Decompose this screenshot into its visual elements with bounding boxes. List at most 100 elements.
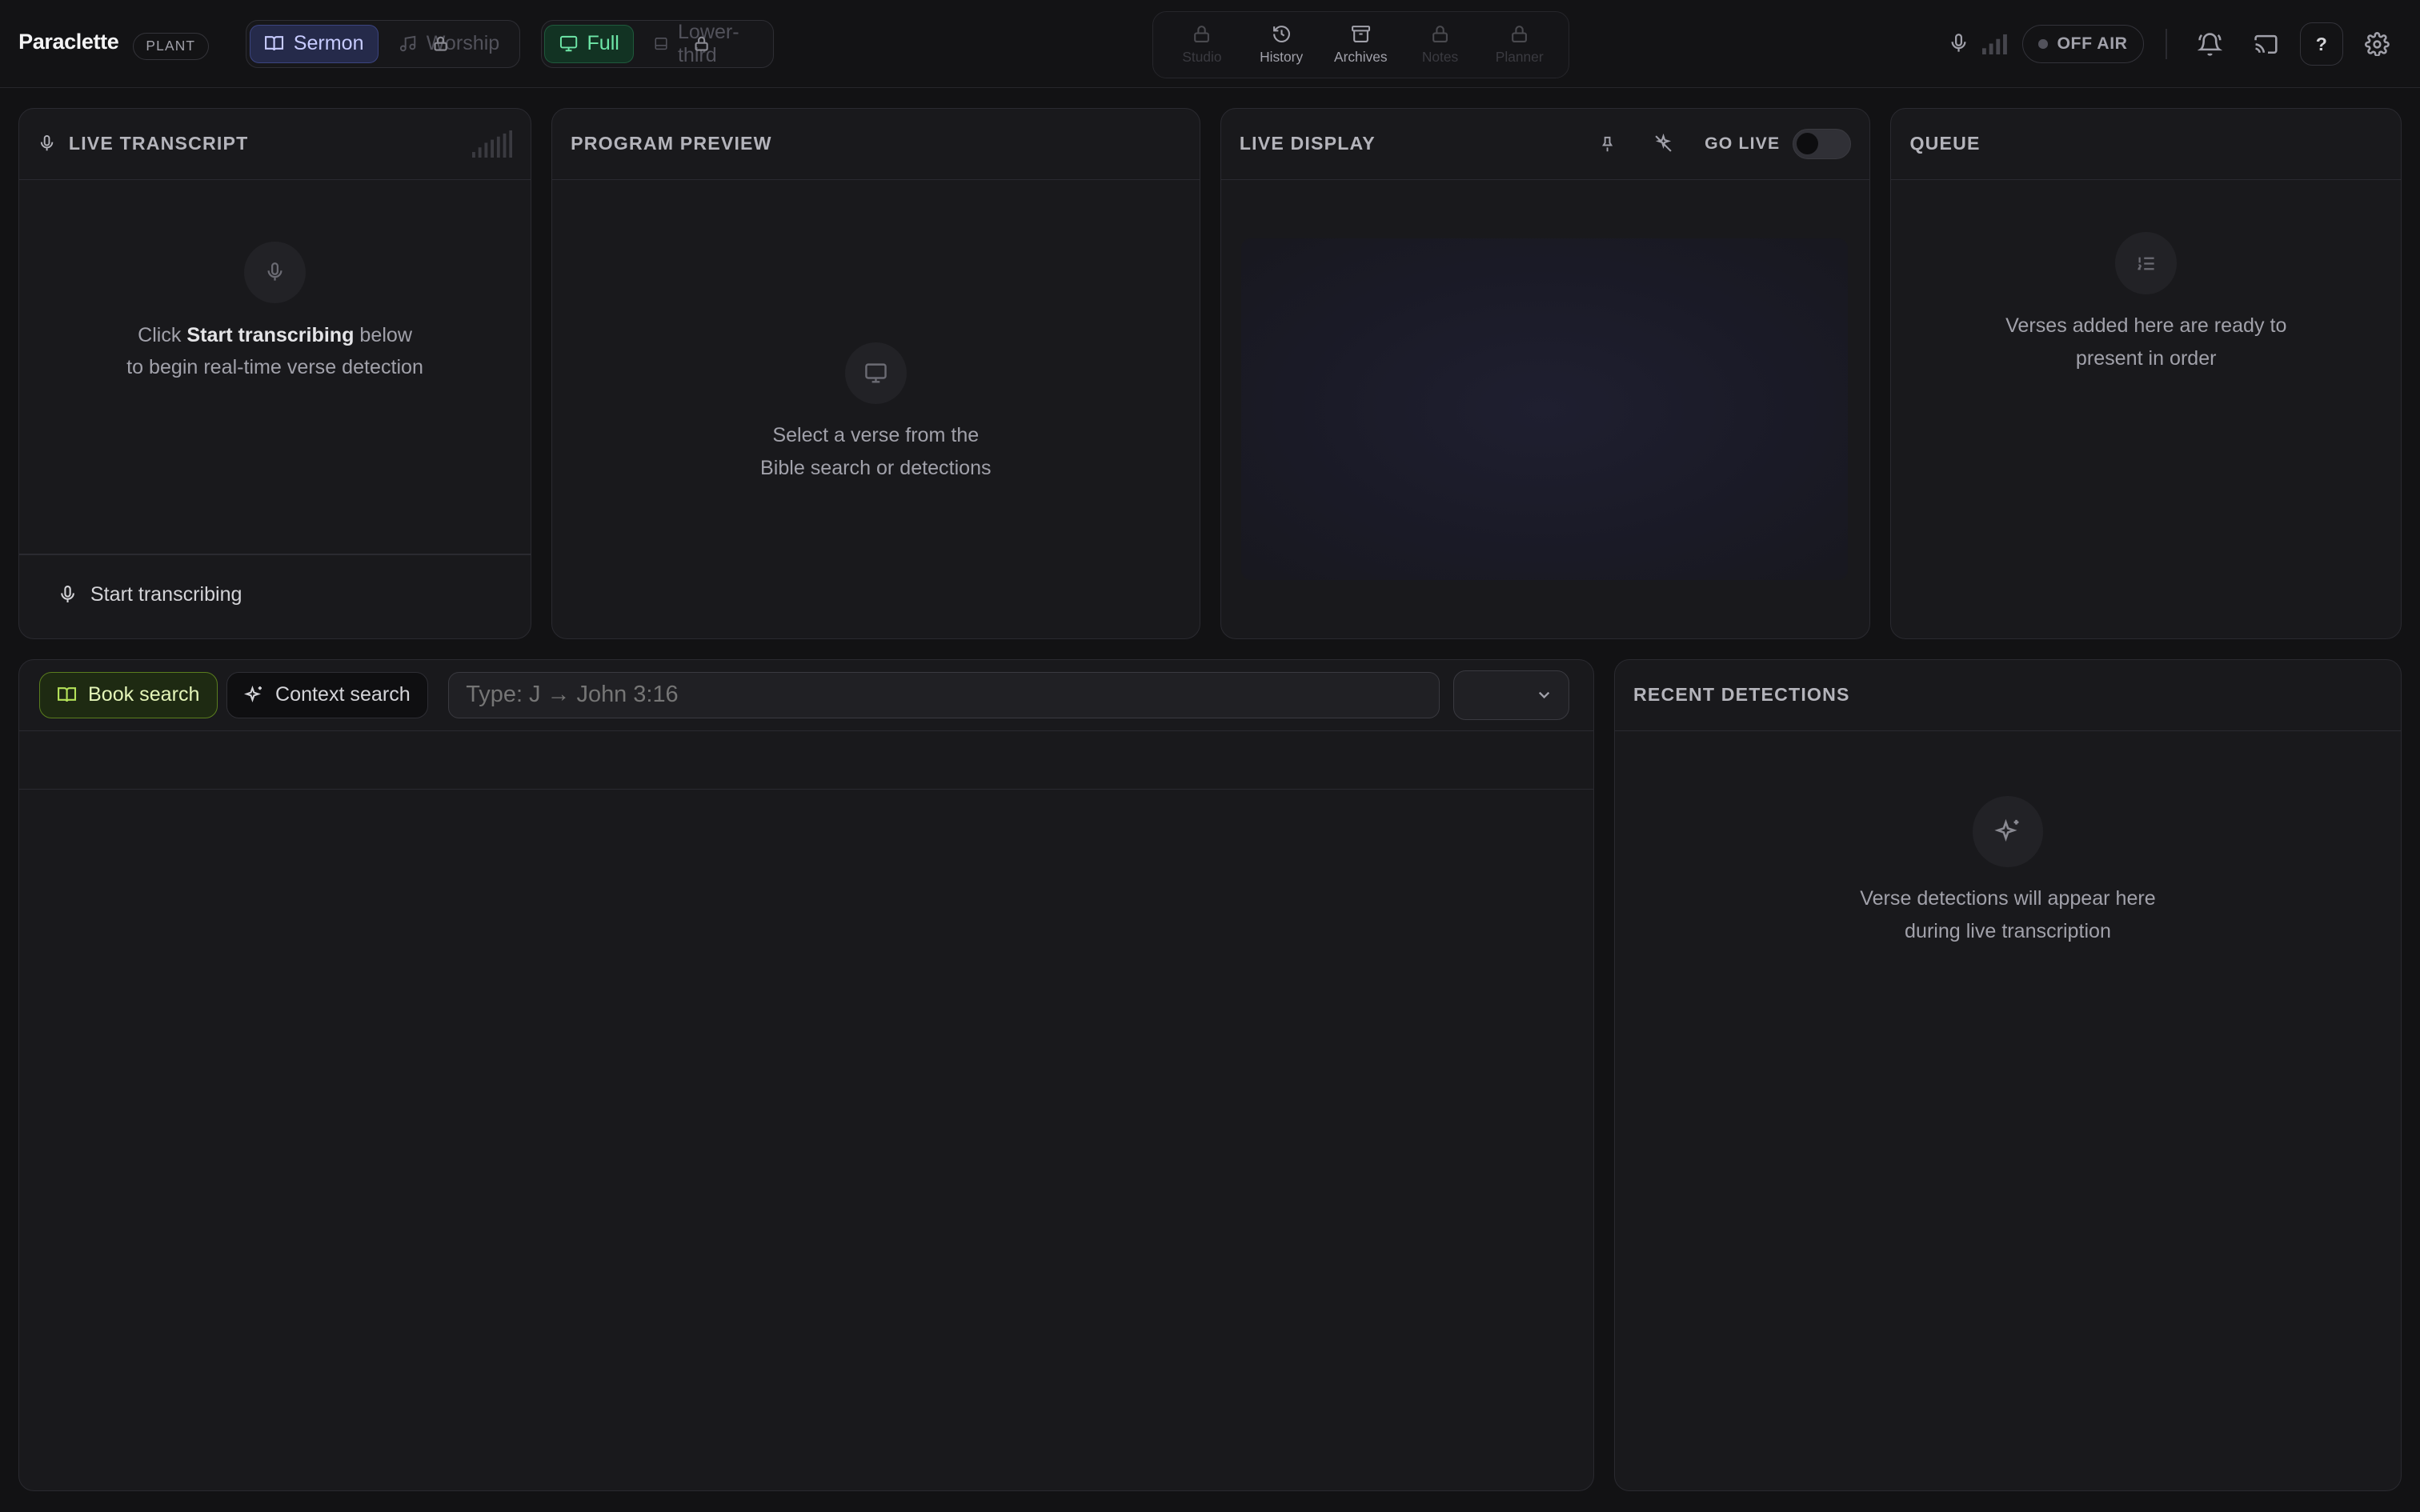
main-nav: Studio History Archives Notes Planner xyxy=(1152,10,1569,79)
nav-archives[interactable]: Archives xyxy=(1322,24,1400,66)
plan-badge: PLANT xyxy=(132,32,209,61)
off-air-label: OFF AIR xyxy=(2057,34,2128,53)
sparkles-icon xyxy=(244,686,262,703)
audio-level-icon xyxy=(471,130,512,158)
list-ordered-icon-circle xyxy=(2115,232,2178,294)
program-preview-header: PROGRAM PREVIEW xyxy=(552,109,1200,180)
divider xyxy=(19,553,531,555)
mode-worship-button[interactable]: Worship xyxy=(385,25,514,63)
preview-empty-state: Select a verse from the Bible search or … xyxy=(552,342,1200,485)
book-search-tab[interactable]: Book search xyxy=(39,672,218,718)
monitor-icon xyxy=(865,363,887,383)
layout-lower-third-label: Lower-third xyxy=(677,20,739,66)
microphone-icon xyxy=(61,585,75,602)
sparkles-off-icon[interactable] xyxy=(1653,134,1673,154)
microphone-icon xyxy=(267,262,282,281)
lock-icon xyxy=(1194,26,1210,43)
nav-planner-label: Planner xyxy=(1495,48,1544,65)
go-live-label: GO LIVE xyxy=(1705,134,1781,153)
start-transcribing-label: Start transcribing xyxy=(90,582,242,606)
search-results-area xyxy=(19,790,1593,1490)
program-preview-title: PROGRAM PREVIEW xyxy=(571,133,772,154)
nav-studio-label: Studio xyxy=(1182,48,1222,65)
queue-header: QUEUE xyxy=(1891,109,2402,180)
settings-button[interactable] xyxy=(2355,22,2398,66)
cast-button[interactable] xyxy=(2244,22,2287,66)
sparkles-icon-circle xyxy=(1972,795,2044,867)
nav-archives-label: Archives xyxy=(1334,48,1388,65)
detections-empty-line2: during live transcription xyxy=(1905,919,2111,942)
status-bar: OFF AIR ? xyxy=(1948,22,2398,66)
mode-sermon-button[interactable]: Sermon xyxy=(249,24,379,64)
book-search-label: Book search xyxy=(88,683,200,706)
nav-history-label: History xyxy=(1260,48,1304,65)
detections-empty-line1: Verse detections will appear here xyxy=(1860,887,2156,910)
start-transcribing-button[interactable]: Start transcribing xyxy=(58,583,242,606)
nav-notes[interactable]: Notes xyxy=(1401,24,1479,66)
lower-third-icon xyxy=(655,38,667,50)
toggle-knob xyxy=(1796,132,1818,154)
recent-detections-panel: RECENT DETECTIONS Verse detections will … xyxy=(1613,659,2402,1492)
search-toolbar: Book search Context search xyxy=(19,660,1593,731)
music-note-icon xyxy=(399,36,416,52)
status-dot xyxy=(2038,39,2048,49)
layout-toggle: Full Lower-third xyxy=(540,20,774,68)
help-button[interactable]: ? xyxy=(2299,22,2343,66)
nav-studio[interactable]: Studio xyxy=(1164,24,1241,66)
live-transcript-header: LIVE TRANSCRIPT xyxy=(19,109,531,180)
layout-lower-third-button[interactable]: Lower-third xyxy=(640,21,770,66)
top-bar: Paraclette PLANT Sermon Worship Full Low… xyxy=(0,0,2420,88)
pin-icon[interactable] xyxy=(1598,134,1617,153)
results-header-row xyxy=(19,731,1593,790)
program-preview-panel: PROGRAM PREVIEW Select a verse from the … xyxy=(551,108,1200,639)
mode-sermon-label: Sermon xyxy=(293,32,364,55)
list-ordered-icon xyxy=(2138,257,2154,270)
microphone-icon[interactable] xyxy=(1948,33,1969,54)
context-search-tab[interactable]: Context search xyxy=(226,672,428,718)
divider xyxy=(2165,28,2167,60)
book-open-icon xyxy=(58,687,77,702)
go-live-toggle[interactable] xyxy=(1792,128,1852,160)
layout-full-button[interactable]: Full xyxy=(544,24,635,64)
microphone-icon-circle xyxy=(243,242,307,304)
live-display-panel: LIVE DISPLAY GO LIVE xyxy=(1220,108,1871,639)
queue-empty-state: Verses added here are ready to present i… xyxy=(1891,232,2401,374)
nav-history[interactable]: History xyxy=(1243,24,1320,66)
recent-detections-header: RECENT DETECTIONS xyxy=(1614,660,2402,731)
lock-icon xyxy=(1512,26,1528,43)
lock-icon xyxy=(695,36,708,51)
app-logo: Paraclette xyxy=(18,29,119,54)
live-display-header: LIVE DISPLAY GO LIVE xyxy=(1220,109,1870,180)
lock-icon xyxy=(1432,26,1448,43)
live-transcript-panel: LIVE TRANSCRIPT Click Start transcribing… xyxy=(18,108,531,639)
nav-planner[interactable]: Planner xyxy=(1480,24,1558,66)
monitor-icon-circle xyxy=(844,342,907,404)
layout-full-label: Full xyxy=(587,32,619,55)
queue-title: QUEUE xyxy=(1909,133,1981,154)
queue-panel: QUEUE Verses added here are ready to pre… xyxy=(1890,108,2402,639)
bible-search-panel: Book search Context search xyxy=(18,659,1594,1492)
queue-empty-line1: Verses added here are ready to xyxy=(2005,314,2287,337)
verse-search-input[interactable] xyxy=(448,672,1440,718)
book-open-icon xyxy=(265,36,284,51)
live-display-title: LIVE DISPLAY xyxy=(1239,133,1376,154)
microphone-icon xyxy=(41,135,54,151)
transcript-empty-line1: Click Start transcribing below xyxy=(138,323,412,346)
bell-ring-icon xyxy=(2198,32,2223,56)
queue-empty-line2: present in order xyxy=(2075,346,2217,370)
lock-icon xyxy=(434,36,448,51)
translation-select[interactable] xyxy=(1453,670,1570,720)
gear-icon xyxy=(2364,31,2390,57)
chevron-down-icon xyxy=(1538,692,1549,699)
live-transcript-title: LIVE TRANSCRIPT xyxy=(68,133,249,154)
cast-icon xyxy=(2254,34,2278,54)
transcript-empty-state: Click Start transcribing below to begin … xyxy=(19,242,531,384)
notifications-button[interactable] xyxy=(2189,22,2232,66)
preview-empty-line2: Bible search or detections xyxy=(760,456,992,479)
transcript-empty-line2: to begin real-time verse detection xyxy=(126,356,423,379)
context-search-label: Context search xyxy=(275,683,411,706)
signal-level-icon xyxy=(1981,34,2007,55)
archive-icon xyxy=(1351,26,1370,43)
off-air-badge[interactable]: OFF AIR xyxy=(2022,24,2144,64)
mode-toggle: Sermon Worship xyxy=(245,20,521,68)
